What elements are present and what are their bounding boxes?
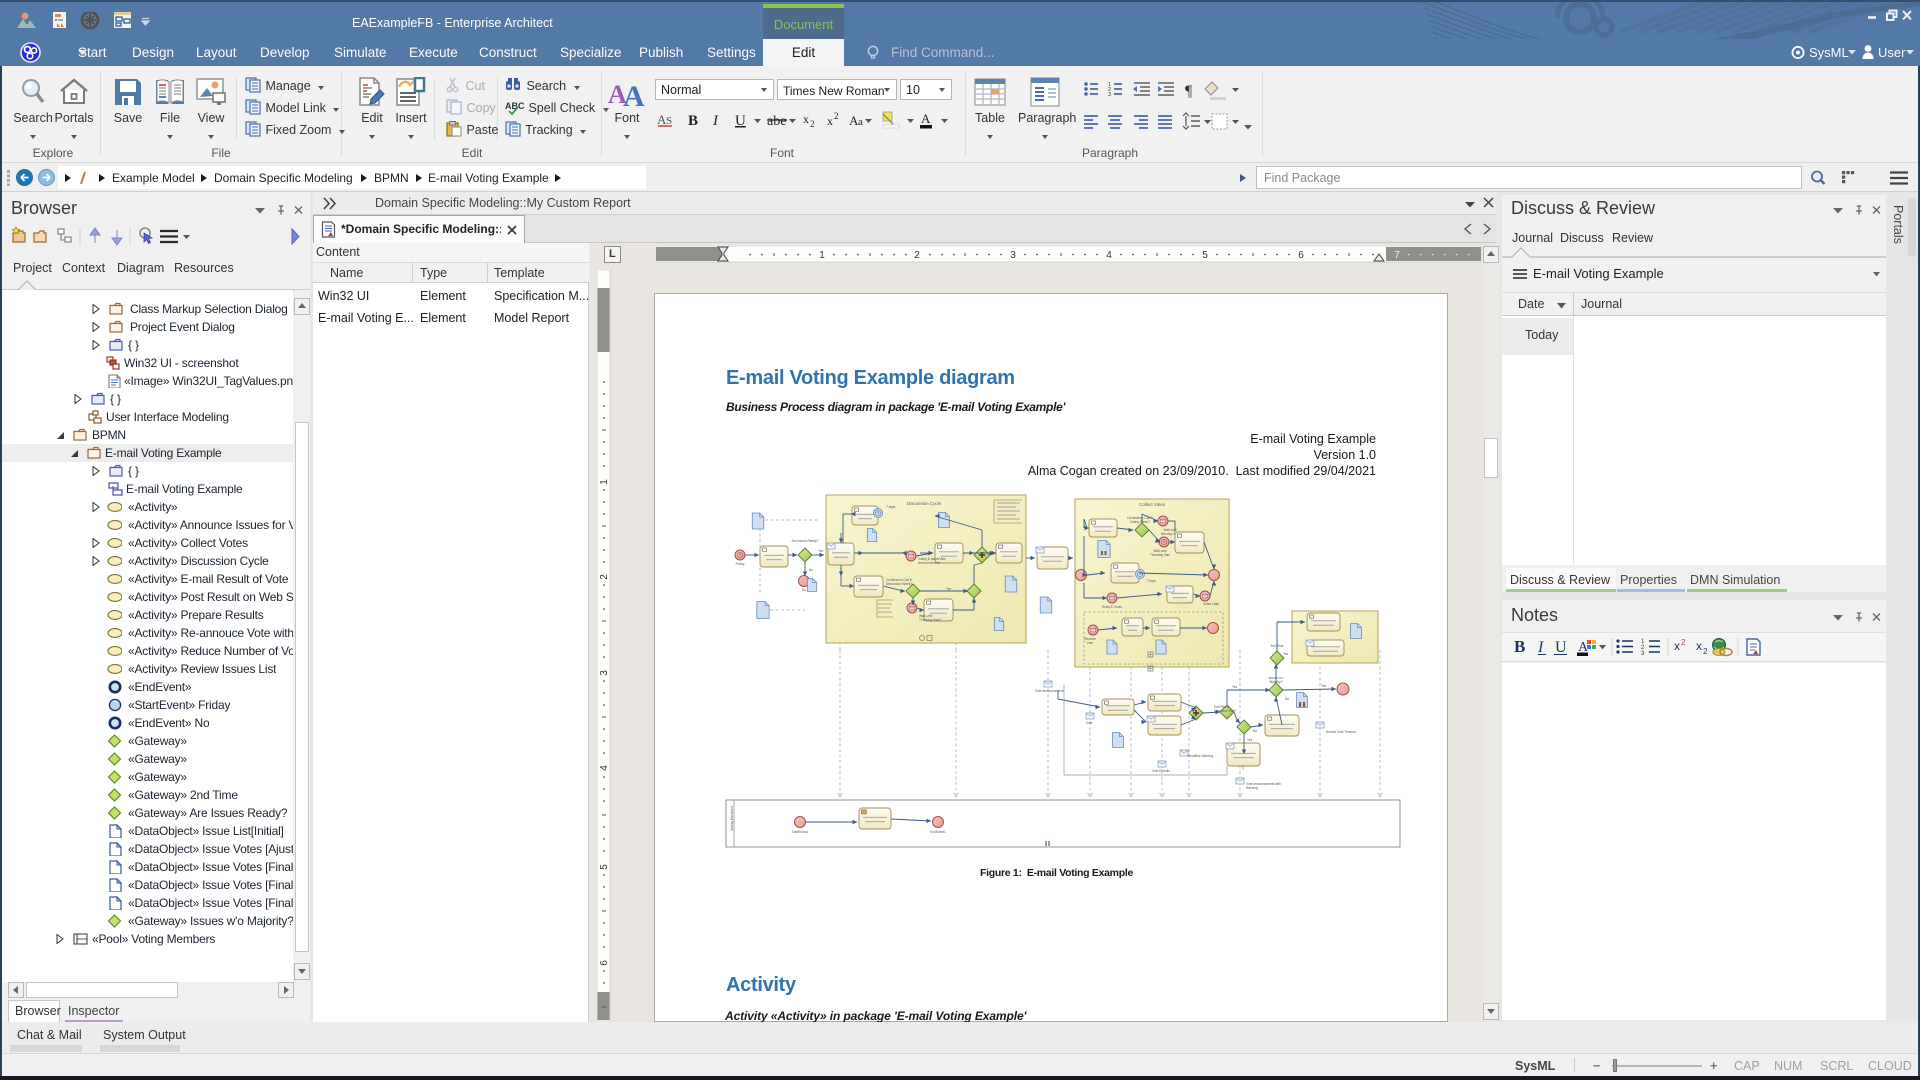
svg-text:Thursday 9am: Thursday 9am: [1150, 553, 1171, 557]
svg-text:x: x: [827, 114, 833, 128]
svg-text:a: a: [858, 116, 863, 128]
svg-text:No: No: [802, 588, 806, 592]
svg-text:Friday: Friday: [736, 562, 745, 566]
svg-text:I: I: [712, 113, 719, 129]
svg-text:x: x: [1696, 639, 1702, 653]
svg-text:U: U: [735, 113, 746, 129]
svg-text:Shared Vote Timeout: Shared Vote Timeout: [1326, 730, 1356, 734]
svg-text:Discussion Week?: Discussion Week?: [886, 582, 912, 586]
svg-text:No: No: [1253, 729, 1257, 733]
svg-text:x: x: [1674, 639, 1680, 653]
svg-text:Vote: Vote: [1087, 641, 1094, 645]
svg-text:Vote: Vote: [1086, 721, 1093, 725]
svg-text:Collect Votes: Collect Votes: [1139, 502, 1166, 507]
svg-text:Yes: Yes: [946, 587, 952, 591]
svg-text:Relay E-Votes: Relay E-Votes: [1102, 605, 1123, 609]
svg-text:No: No: [809, 568, 813, 572]
svg-text:3: 3: [1641, 651, 1645, 657]
svg-text:U: U: [1555, 639, 1567, 656]
svg-text:x: x: [803, 112, 809, 126]
svg-text:Votes 1day: Votes 1day: [1203, 602, 1219, 606]
svg-text:2: 2: [810, 119, 815, 129]
svg-text:Members Vote?: Members Vote?: [1214, 709, 1237, 713]
svg-text:7 days: 7 days: [886, 505, 896, 509]
svg-text:Yes: Yes: [1283, 652, 1289, 656]
svg-text:Voting Members: Voting Members: [730, 805, 734, 831]
svg-text:7 Days: 7 Days: [1146, 579, 1156, 583]
svg-text:Warning: Warning: [1246, 786, 1258, 790]
svg-text:No: No: [1285, 697, 1289, 701]
svg-text:B: B: [688, 113, 698, 129]
svg-text:Voting Week?: Voting Week?: [1130, 520, 1150, 524]
svg-text:StartEvent1: StartEvent1: [792, 830, 809, 834]
svg-text:¶: ¶: [1185, 83, 1193, 100]
svg-text:2: 2: [834, 111, 839, 121]
svg-text:Discussion Cycle: Discussion Cycle: [907, 501, 942, 506]
svg-text:2: 2: [1681, 638, 1686, 647]
svg-text:Yes: Yes: [1232, 685, 1238, 689]
svg-text:Vote Announcement: Vote Announcement: [1035, 689, 1064, 693]
svg-text:Yes: Yes: [818, 549, 824, 553]
svg-text:EndEvent1: EndEvent1: [930, 830, 946, 834]
svg-text:Thursday 9am?: Thursday 9am?: [919, 618, 941, 622]
svg-text:abe: abe: [767, 114, 786, 129]
svg-text:Deadline Warning: Deadline Warning: [1188, 754, 1213, 758]
svg-text:3: 3: [1108, 92, 1111, 98]
svg-text:A: A: [921, 111, 931, 126]
svg-text:B: B: [1514, 637, 1525, 656]
svg-text:Announcement: Announcement: [918, 561, 940, 565]
svg-text:Are Issues Ready?: Are Issues Ready?: [792, 539, 819, 543]
svg-text:Yes: Yes: [1247, 738, 1253, 742]
svg-text:Yes: Yes: [1321, 684, 1327, 688]
svg-text:A: A: [623, 80, 645, 107]
svg-text:2: 2: [1703, 647, 1708, 656]
svg-text:Vote Results: Vote Results: [1152, 769, 1170, 773]
svg-text:I: I: [1537, 639, 1544, 656]
